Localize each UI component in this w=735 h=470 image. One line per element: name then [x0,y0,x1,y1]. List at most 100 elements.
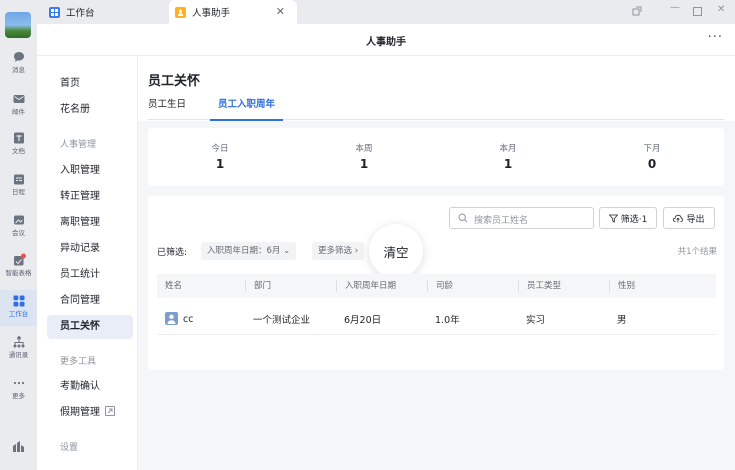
tab-hr-assistant-label: 人事助手 [192,8,231,19]
rail-item-mail[interactable]: 邮件 [0,90,37,122]
app-header: 人事助手 ··· [37,24,735,56]
rail-item-workbench[interactable]: 工作台 [0,290,37,326]
doc-icon [13,132,24,144]
stat-value: 1 [215,157,225,171]
search-icon [458,213,468,223]
rail-item-more[interactable]: 更多 [0,374,37,406]
rail-item-docs[interactable]: 文档 [0,129,37,161]
chevron-down-icon: ⌄ [283,246,291,256]
sidebar-item-roster[interactable]: 花名册 [47,98,133,122]
more-filters-label: 更多筛选 [318,246,353,256]
stat-month: 本月 1 [436,142,580,171]
minimize-icon[interactable]: — [670,2,680,13]
chevron-right-icon: › [354,246,359,256]
cloud-export-icon [673,214,684,222]
active-filters: 已筛选: 入职周年日期：6月 ⌄ 更多筛选 › 共1个结果 [157,242,717,260]
stat-label: 下月 [643,144,661,154]
sidebar-item-leave[interactable]: 假期管理 [47,401,133,425]
sidebar-section-settings: 设置 [60,443,79,453]
main-content: 员工关怀 员工生日 员工入职周年 今日 1 本周 1 本月 1 下月 0 搜索员… [138,56,735,470]
external-link-icon [105,406,115,416]
stat-value: 1 [503,157,513,171]
cell-dept: 一个测试企业 [253,315,311,326]
sidebar-item-stats[interactable]: 员工统计 [47,263,133,287]
page-title: 员工关怀 [148,74,201,89]
filter-button[interactable]: 筛选·1 [599,207,657,229]
sidebar: 首页 花名册 人事管理 入职管理 转正管理 离职管理 异动记录 员工统计 合同管… [37,56,138,470]
tab-anniversary[interactable]: 员工入职周年 [209,96,284,121]
search-input[interactable]: 搜索员工姓名 [449,207,594,229]
cell-gender: 男 [617,315,627,326]
filter-chip-anniversary[interactable]: 入职周年日期：6月 ⌄ [201,242,297,260]
stats-card: 今日 1 本周 1 本月 1 下月 0 [148,128,724,186]
employee-name[interactable]: cc [183,314,193,325]
rail-item-calendar[interactable]: 日程 [0,170,37,202]
message-icon [13,52,24,62]
hr-assistant-icon [175,6,186,18]
rail-item-smart-sheet[interactable]: 智能表格 [0,251,37,283]
stat-today: 今日 1 [148,142,292,171]
meeting-icon [13,215,24,225]
col-tenure: 司龄 [427,280,453,292]
sidebar-item-onboarding[interactable]: 入职管理 [47,159,133,183]
rail-item-contacts[interactable]: 通讯录 [0,333,37,365]
tab-hr-assistant[interactable]: 人事助手 ✕ [169,0,297,24]
stat-value: 1 [359,157,369,171]
user-avatar[interactable] [5,12,31,38]
stat-label: 本月 [499,144,517,154]
contacts-icon [13,336,24,348]
mail-icon [13,95,24,103]
filter-button-label: 筛选·1 [620,214,648,225]
sidebar-item-care[interactable]: 员工关怀 [47,315,133,339]
filter-chip-label: 入职周年日期：6月 [207,246,281,256]
app-logo-icon[interactable] [12,440,25,453]
col-gender: 性别 [609,280,635,292]
filters-label: 已筛选: [157,248,188,258]
maximize-icon[interactable] [693,7,702,16]
export-button[interactable]: 导出 [663,207,715,229]
list-panel: 搜索员工姓名 筛选·1 导出 已筛选: 入职周年日期：6月 ⌄ 更多筛选 › 共… [148,196,724,370]
sidebar-item-offboarding[interactable]: 离职管理 [47,211,133,235]
cell-tenure: 1.0年 [435,315,460,326]
table-header: 姓名 部门 入职周年日期 司龄 员工类型 性别 [157,274,716,298]
table-row[interactable]: cc 一个测试企业 6月20日 1.0年 实习 男 [157,301,716,335]
col-type: 员工类型 [518,280,561,292]
sidebar-item-changes[interactable]: 异动记录 [47,237,133,261]
more-filters-chip[interactable]: 更多筛选 › [312,242,365,260]
sidebar-item-attendance[interactable]: 考勤确认 [47,375,133,399]
col-dept: 部门 [245,280,271,292]
workbench-icon [49,6,60,18]
export-button-label: 导出 [686,214,705,225]
sidebar-section-hr: 人事管理 [60,140,97,150]
workbench-icon [13,295,24,307]
close-window-icon[interactable]: ✕ [717,4,725,15]
sidebar-section-tools: 更多工具 [60,357,97,367]
stat-value: 0 [647,157,657,171]
sidebar-item-contracts[interactable]: 合同管理 [47,289,133,313]
avatar [165,312,178,325]
cell-name: cc [157,312,193,325]
sidebar-item-regularization[interactable]: 转正管理 [47,185,133,209]
app-title: 人事助手 [366,37,406,48]
tab-workbench[interactable]: 工作台 [49,0,169,24]
calendar-icon [13,174,24,185]
rail-item-messages[interactable]: 消息 [0,48,37,80]
window-tab-bar: 工作台 人事助手 ✕ — ✕ [37,0,735,24]
tab-birthday[interactable]: 员工生日 [148,96,186,120]
filter-icon [608,214,618,223]
col-name: 姓名 [165,281,183,291]
page-tabs: 员工生日 员工入职周年 [148,96,724,121]
rail-item-meeting[interactable]: 会议 [0,211,37,243]
pop-out-icon[interactable] [632,6,642,16]
close-tab-icon[interactable]: ✕ [276,5,285,18]
left-rail: 消息 邮件 文档 日程 会议 智能表格 工作台 通讯录 更多 [0,0,37,470]
clear-filters-button[interactable]: 清空 [369,224,423,278]
stat-week: 本周 1 [292,142,436,171]
result-count: 共1个结果 [677,247,717,257]
sidebar-item-leave-label: 假期管理 [60,407,100,418]
stat-next-month: 下月 0 [580,142,724,171]
more-options-icon[interactable]: ··· [708,30,723,45]
smart-sheet-icon [13,253,26,266]
cell-type: 实习 [526,315,546,326]
sidebar-item-home[interactable]: 首页 [47,72,133,96]
